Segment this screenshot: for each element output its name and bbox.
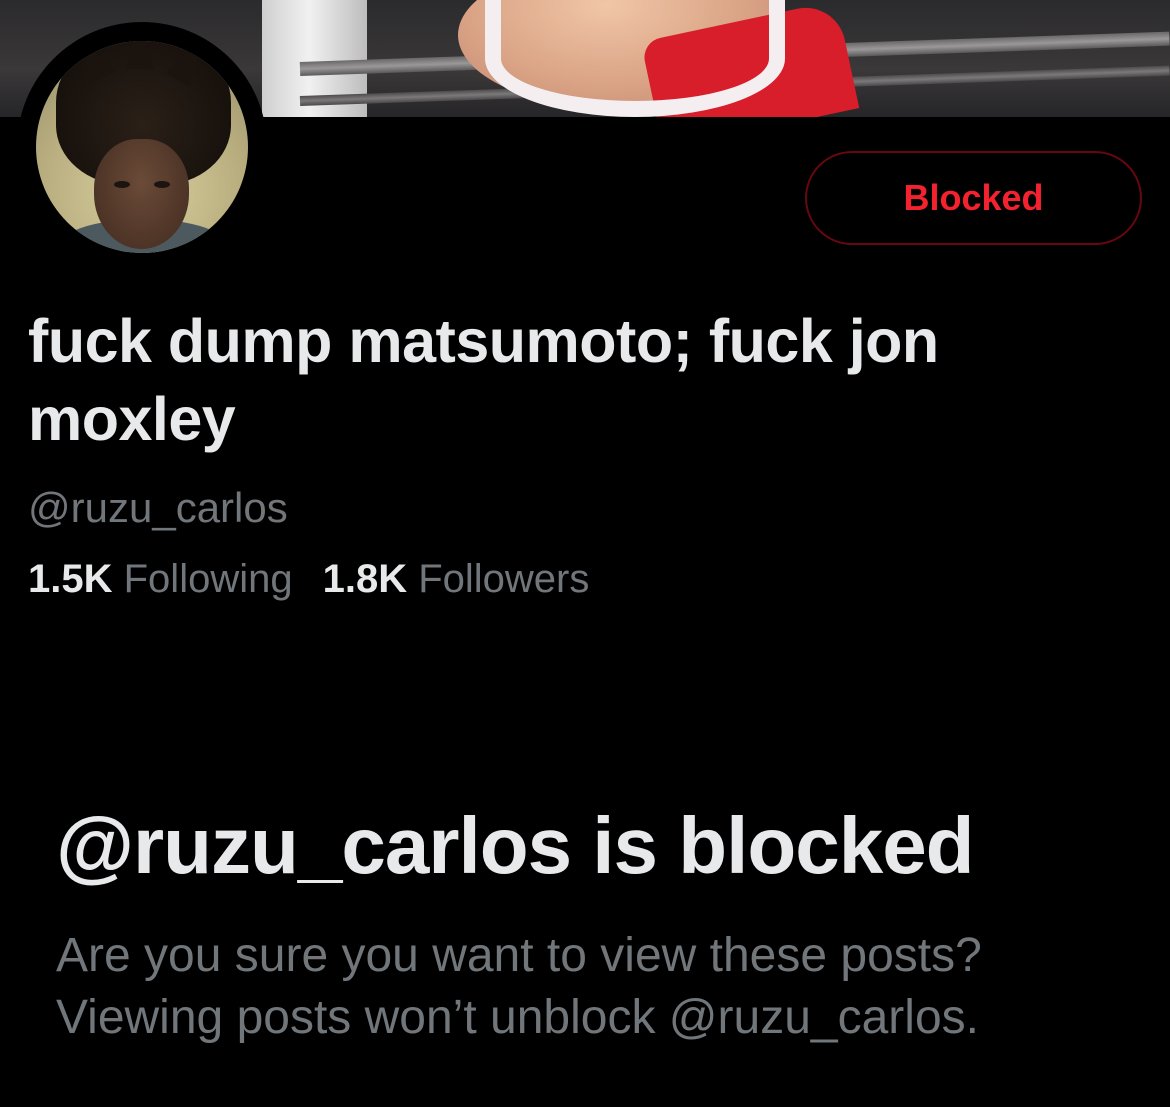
following-link[interactable]: 1.5K Following bbox=[28, 551, 293, 607]
profile-display-name: fuck dump matsumoto; fuck jon moxley bbox=[28, 307, 939, 453]
wrestler-waistband bbox=[485, 0, 785, 117]
blocked-notice-title: @ruzu_carlos is blocked bbox=[56, 801, 975, 890]
avatar-face bbox=[94, 139, 189, 249]
profile-handle: @ruzu_carlos bbox=[28, 484, 288, 531]
following-label: Following bbox=[123, 557, 293, 601]
blocked-button[interactable]: Blocked bbox=[805, 151, 1142, 245]
blocked-notice-description: Are you sure you want to view these post… bbox=[56, 929, 982, 1044]
followers-count: 1.8K bbox=[322, 557, 408, 601]
avatar-hair-spike bbox=[126, 41, 154, 69]
avatar-eye bbox=[154, 181, 170, 188]
profile-stats: 1.5K Following 1.8K Followers bbox=[28, 551, 589, 607]
followers-label: Followers bbox=[418, 557, 590, 601]
avatar-eye bbox=[114, 181, 130, 188]
avatar[interactable] bbox=[36, 41, 248, 253]
following-count: 1.5K bbox=[28, 557, 113, 601]
followers-link[interactable]: 1.8K Followers bbox=[323, 551, 590, 607]
